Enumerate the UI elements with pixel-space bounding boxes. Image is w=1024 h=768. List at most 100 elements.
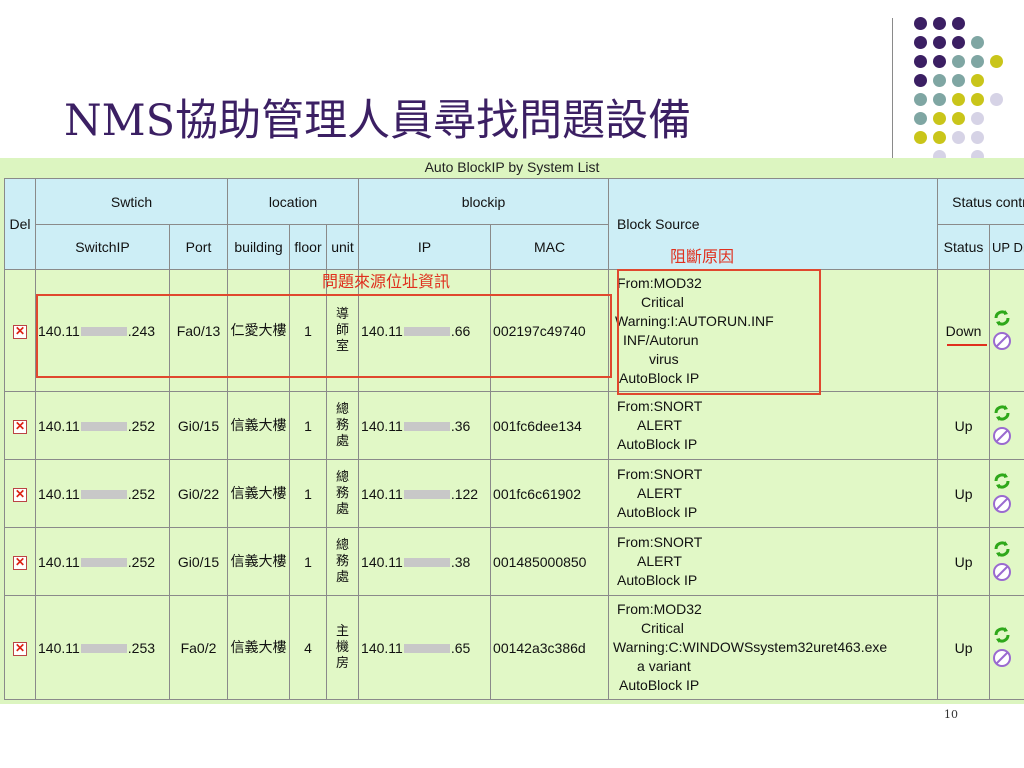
decor-dot	[990, 55, 1003, 68]
delete-cell: ✕	[4, 459, 36, 528]
redacted-ip	[80, 644, 127, 654]
decor-dot	[933, 112, 946, 125]
decor-dot	[952, 74, 965, 87]
decor-dot	[971, 131, 984, 144]
ip-prefix: 140.11	[361, 417, 403, 434]
table-title: Auto BlockIP by System List	[424, 159, 600, 175]
header-mac: MAC	[490, 224, 610, 270]
delete-x-icon[interactable]: ✕	[13, 325, 27, 339]
decor-dot	[952, 36, 965, 49]
ip-cell: 140.11 .122	[358, 459, 492, 528]
block-reason-annotation: 阻斷原因	[670, 247, 735, 266]
ip-prefix: 140.11	[361, 639, 403, 656]
slide-title: NMS協助管理人員尋找問題設備	[64, 96, 692, 146]
unit-cell: 總務處	[326, 459, 360, 528]
delete-x-icon[interactable]: ✕	[13, 556, 27, 570]
decor-dot	[933, 17, 946, 30]
source-line: Critical	[641, 620, 684, 636]
source-info-highlight-box	[36, 294, 612, 378]
control-cell	[989, 527, 1024, 596]
refresh-up-icon[interactable]	[992, 471, 1012, 491]
source-line: From:SNORT	[617, 398, 703, 414]
block-dn-icon[interactable]	[992, 426, 1012, 446]
header-floor: floor	[289, 224, 328, 270]
divider-line	[892, 18, 893, 158]
header-status: Status	[937, 224, 991, 270]
header-building: building	[227, 224, 291, 270]
header-del: Del	[4, 178, 36, 270]
refresh-up-icon[interactable]	[992, 308, 1012, 328]
refresh-up-icon[interactable]	[992, 403, 1012, 423]
block-source-highlight-box	[617, 269, 821, 395]
header-switch-group: Swtich	[34, 178, 229, 225]
block-dn-icon[interactable]	[992, 494, 1012, 514]
redacted-ip	[403, 558, 450, 568]
ip-prefix: 140.11	[361, 485, 403, 502]
table-row: ✕ 140.11 .252 Gi0/15 信義大樓 1 總務處 140.11 .38…	[4, 527, 1024, 596]
switch-ip-cell: 140.11 .252	[35, 459, 170, 528]
source-line: From:SNORT	[617, 534, 703, 550]
block-dn-icon[interactable]	[992, 562, 1012, 582]
status-cell: Down	[937, 269, 991, 392]
decor-dot	[952, 131, 965, 144]
unit-cell: 總務處	[326, 527, 360, 596]
header-port: Port	[168, 224, 229, 270]
decor-dot	[971, 36, 984, 49]
blockip-list-panel: Auto BlockIP by System List Del Swtich l…	[0, 158, 1024, 704]
header-blockip-group: blockip	[358, 178, 610, 225]
delete-x-icon[interactable]: ✕	[13, 420, 27, 434]
control-cell	[989, 391, 1024, 460]
blockip-table: Del Swtich location blockip Block Source…	[4, 178, 1024, 700]
ip-suffix: .38	[450, 553, 471, 570]
building-cell: 信義大樓	[227, 391, 291, 460]
control-cell	[989, 269, 1024, 392]
ip-cell: 140.11 .36	[358, 391, 492, 460]
switch-ip-suffix: .252	[127, 553, 156, 570]
redacted-ip	[403, 644, 450, 654]
unit-text: 總務處	[336, 401, 350, 449]
header-block-source: Block Source	[608, 178, 939, 270]
building-cell: 信義大樓	[227, 527, 291, 596]
building-cell: 信義大樓	[227, 459, 291, 528]
delete-cell: ✕	[4, 595, 36, 700]
unit-text: 總務處	[336, 537, 350, 585]
redacted-ip	[80, 558, 127, 568]
block-dn-icon[interactable]	[992, 648, 1012, 668]
decor-dot	[952, 93, 965, 106]
unit-cell: 總務處	[326, 391, 360, 460]
mac-cell: 00142a3c386d	[490, 595, 610, 700]
mac-cell: 001fc6dee134	[490, 391, 610, 460]
decor-dot	[971, 74, 984, 87]
switch-ip-prefix: 140.11	[38, 553, 80, 570]
block-source-cell: From:SNORT ALERT AutoBlock IP	[608, 527, 939, 596]
refresh-up-icon[interactable]	[992, 539, 1012, 559]
ip-suffix: .36	[450, 417, 471, 434]
block-source-cell: From:MOD32 Critical Warning:C:WINDOWSsys…	[608, 595, 939, 700]
table-row: ✕ 140.11 .252 Gi0/22 信義大樓 1 總務處 140.11 .12…	[4, 459, 1024, 528]
ip-prefix: 140.11	[361, 553, 403, 570]
refresh-up-icon[interactable]	[992, 625, 1012, 645]
switch-ip-cell: 140.11 .252	[35, 527, 170, 596]
floor-cell: 1	[289, 459, 328, 528]
delete-x-icon[interactable]: ✕	[13, 642, 27, 656]
header-location-group: location	[227, 178, 360, 225]
ip-suffix: .65	[450, 639, 471, 656]
source-line: From:MOD32	[617, 601, 702, 617]
source-line: From:SNORT	[617, 466, 703, 482]
table-row: ✕ 140.11.253 Fa0/2 信義大樓 4 主機房 140.11.65 …	[4, 595, 1024, 700]
source-line: AutoBlock IP	[617, 436, 698, 452]
decor-dot	[914, 17, 927, 30]
block-dn-icon[interactable]	[992, 331, 1012, 351]
block-source-cell: From:SNORT ALERT AutoBlock IP	[608, 459, 939, 528]
mac-cell: 001fc6c61902	[490, 459, 610, 528]
delete-cell: ✕	[4, 527, 36, 596]
redacted-ip	[80, 490, 127, 500]
port-cell: Gi0/15	[168, 391, 229, 460]
delete-x-icon[interactable]: ✕	[13, 488, 27, 502]
floor-cell: 1	[289, 527, 328, 596]
page-number: 10	[944, 708, 958, 721]
header-ip: IP	[358, 224, 492, 270]
table-row: ✕ 140.11 .252 Gi0/15 信義大樓 1 總務處 140.11 .36…	[4, 391, 1024, 460]
status-cell: Up	[937, 527, 991, 596]
port-cell: Fa0/2	[168, 595, 229, 700]
